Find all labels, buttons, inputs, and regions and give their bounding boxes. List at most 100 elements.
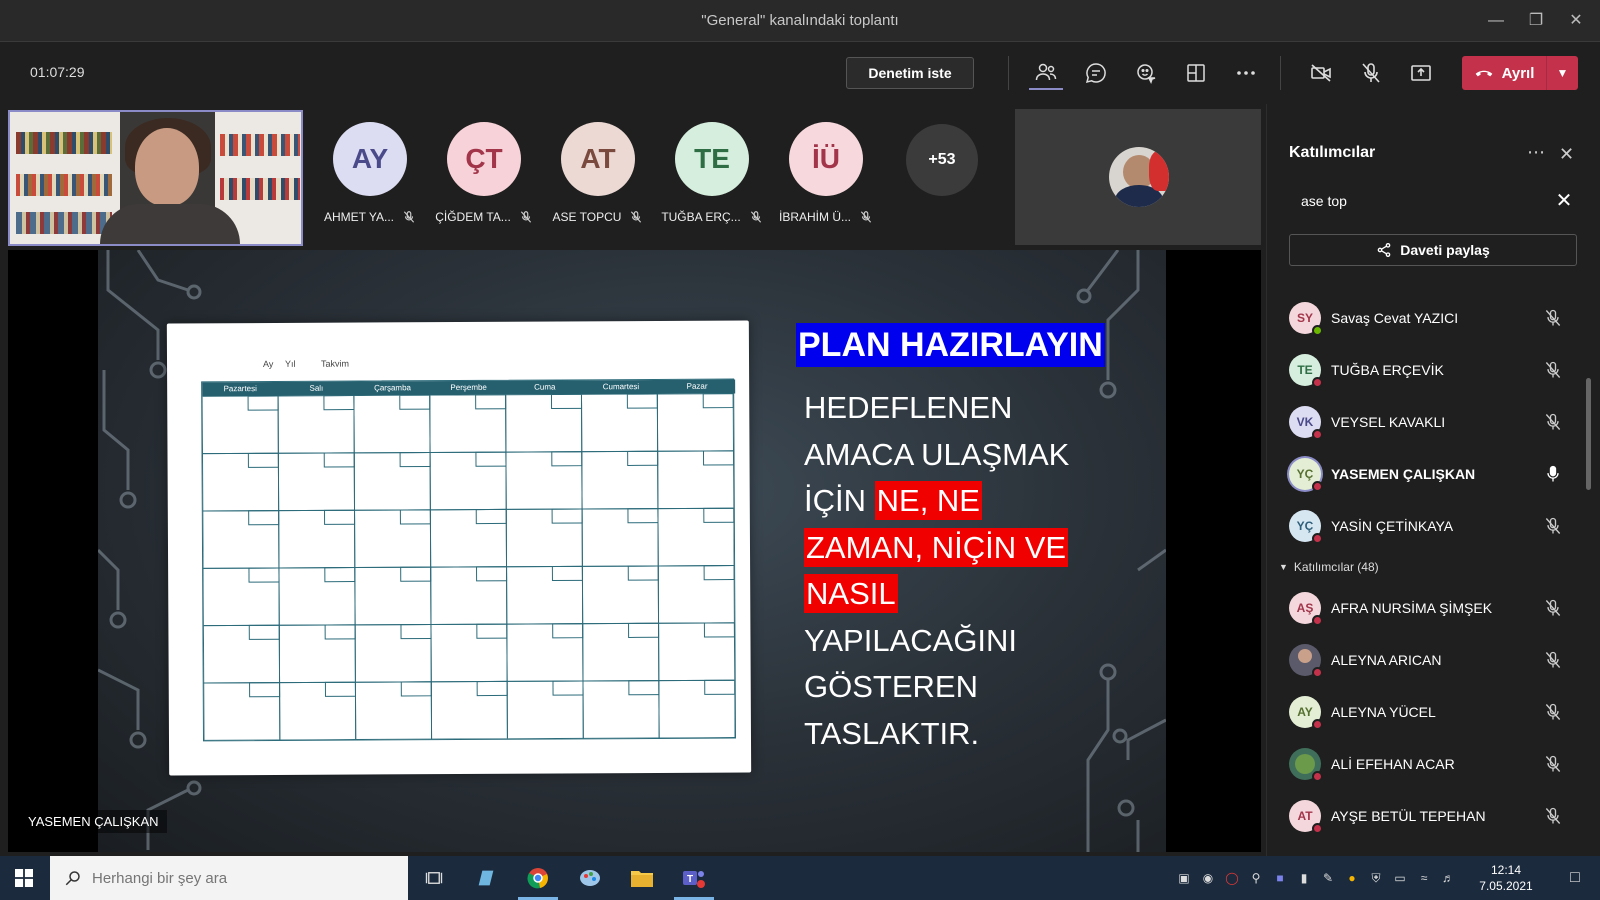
calendar-cell [582,622,660,682]
microphone-tray-icon[interactable]: ▮ [1292,856,1316,900]
slide-title: PLAN HAZIRLAYIN [796,323,1105,367]
calendar-cell [429,451,507,511]
participant-row[interactable]: YÇ YASİN ÇETİNKAYA [1267,500,1587,552]
more-participants-button[interactable]: +53 [906,124,978,196]
battery-tray-icon[interactable]: ▭ [1388,856,1412,900]
calendar-date-box [627,450,659,466]
slide-text-line: NASIL [804,574,898,614]
slide-text-line: İÇİN NE, NE [804,481,982,521]
participant-row[interactable]: AT AYŞE BETÜL TEPEHAN [1267,790,1587,842]
participant-row[interactable]: AY ALEYNA YÜCEL [1267,686,1587,738]
pen-tray-icon[interactable]: ✎ [1316,856,1340,900]
wifi-tray-icon[interactable]: ≈ [1412,856,1436,900]
calendar-cell [657,507,735,567]
share-screen-icon[interactable] [1404,56,1438,90]
volume-tray-icon[interactable]: ♬ [1436,856,1460,900]
video-tile-yasemen[interactable] [8,110,303,246]
calendar-cell [354,509,432,569]
calendar-date-box [552,680,584,696]
meet-now-tray-icon[interactable]: ▣ [1172,856,1196,900]
close-window-button[interactable]: ✕ [1556,8,1596,34]
avatar-circle: AT [561,122,635,196]
mic-off-icon [860,211,872,223]
taskbar-clock[interactable]: 12:14 7.05.2021 [1468,862,1544,894]
share-invite-button[interactable]: Daveti paylaş [1289,234,1577,266]
calendar-date-box [475,394,507,410]
notes-app-icon[interactable] [462,856,510,900]
clock-time: 12:14 [1490,863,1522,877]
calendar-day: Salı [309,383,324,393]
calendar-date-box [552,623,584,639]
view-icon[interactable] [1179,56,1213,90]
gallery-avatar[interactable]: TE TUĞBA ERÇ... [660,122,764,224]
avatar-photo-image [1295,754,1315,774]
video-tile-profile[interactable] [1015,109,1261,245]
window-title: "General" kanalındaki toplantı [701,12,899,29]
chat-icon[interactable] [1079,56,1113,90]
leave-button[interactable]: Ayrıl ▼ [1462,56,1578,90]
participant-row[interactable]: SY Savaş Cevat YAZICI [1267,292,1587,344]
leave-button-main[interactable]: Ayrıl [1462,56,1546,90]
participant-row[interactable]: ALEYNA ARICAN [1267,634,1587,686]
mic-off-icon [1545,755,1561,772]
file-explorer-icon[interactable] [618,856,666,900]
taskbar-search-input[interactable] [92,869,392,887]
teams-app-icon[interactable]: T [670,856,718,900]
panel-title: Katılımcılar [1289,144,1376,161]
participant-row-speaking[interactable]: YÇ YASEMEN ÇALIŞKAN [1267,448,1587,500]
calendar-cell [657,450,735,510]
calendar-date-box [399,509,431,525]
gallery-avatar[interactable]: AY AHMET YA... [318,122,422,224]
calendar-date-box [323,395,355,411]
paint-app-icon[interactable] [566,856,614,900]
avatar-name: ÇİĞDEM TA... [435,210,511,224]
calendar-date-box [628,680,660,696]
mic-off-icon [1545,413,1561,430]
opera-tray-icon[interactable]: ◯ [1220,856,1244,900]
panel-close-icon[interactable]: ✕ [1559,144,1574,165]
teams-tray-icon[interactable]: ■ [1268,856,1292,900]
task-view-icon[interactable] [410,856,458,900]
chrome-icon[interactable] [514,856,562,900]
participant-row[interactable]: AŞ AFRA NURSİMA ŞİMŞEK [1267,582,1587,634]
calendar-cell [506,623,584,682]
more-icon[interactable] [1229,56,1263,90]
notification-center-icon[interactable]: □ [1560,856,1590,900]
screen-capture-tray-icon[interactable]: ◉ [1196,856,1220,900]
calendar-cell [354,681,433,741]
calendar-cell [353,451,431,511]
share-icon [1377,243,1391,257]
calendar-cell [430,566,508,625]
gallery-avatar[interactable]: İÜ İBRAHİM Ü... [774,122,878,224]
calendar-date-box [476,623,508,639]
panel-more-icon[interactable]: ⋯ [1527,142,1545,163]
gallery-avatar[interactable]: ÇT ÇİĞDEM TA... [432,122,536,224]
participant-search-input[interactable] [1289,184,1577,218]
request-control-button[interactable]: Denetim iste [846,57,974,89]
search-tray-icon[interactable]: ⚲ [1244,856,1268,900]
gallery-avatar[interactable]: AT ASE TOPCU [546,122,650,224]
reactions-icon[interactable] [1129,56,1163,90]
maximize-button[interactable]: ❐ [1516,8,1556,34]
clear-search-icon[interactable]: ✕ [1551,188,1577,214]
calendar-date-box [399,394,431,410]
security-tray-icon[interactable]: ⛨ [1364,856,1388,900]
calendar-cell [202,395,279,455]
panel-scrollbar[interactable] [1586,378,1591,490]
camera-off-icon[interactable] [1304,56,1338,90]
avatar-circle: TE [675,122,749,196]
calendar-date-box [400,566,432,582]
participant-row[interactable]: ALİ EFEHAN ACAR [1267,738,1587,790]
minimize-button[interactable]: — [1476,8,1516,34]
participant-row[interactable]: TE TUĞBA ERÇEVİK [1267,344,1587,396]
people-icon[interactable] [1029,56,1063,90]
books [16,212,112,234]
calendar-date-box [323,452,355,468]
app-tray-icon[interactable]: ● [1340,856,1364,900]
participant-row[interactable]: VK VEYSEL KAVAKLI [1267,396,1587,448]
start-button[interactable] [0,856,48,900]
attendees-section-header[interactable]: ▼ Katılımcılar (48) [1267,552,1587,582]
calendar-grid: Pazartesi Salı Çarşamba Perşembe Cuma Cu… [201,378,737,742]
mic-off-icon[interactable] [1354,56,1388,90]
leave-dropdown-chevron-icon[interactable]: ▼ [1547,66,1578,80]
